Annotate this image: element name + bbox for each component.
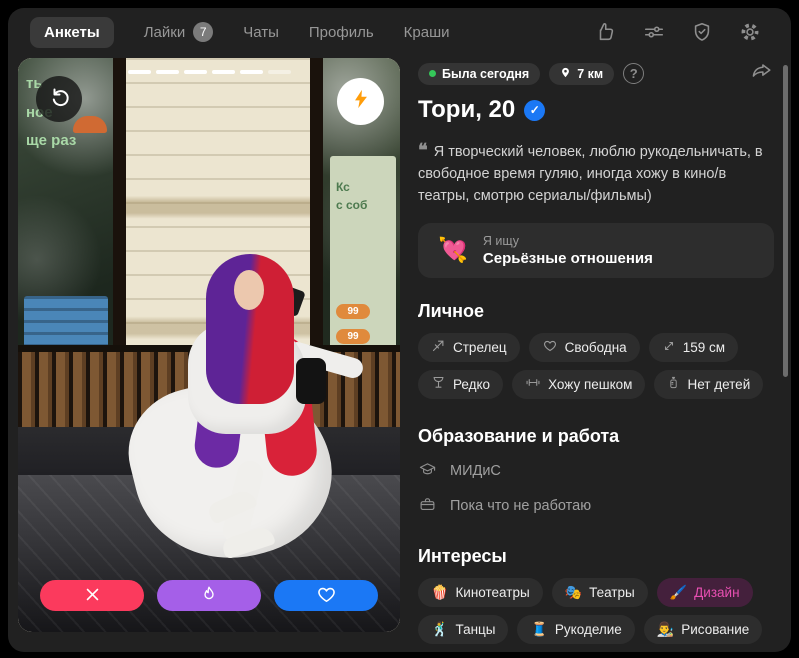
heart-icon xyxy=(317,585,336,607)
profile-photo-card[interactable]: тьноеще раз Ксс соб 99 99 xyxy=(18,58,400,632)
work-label: Пока что не работаю xyxy=(450,498,592,514)
quote-icon: ❝ xyxy=(418,140,428,160)
profile-info: Была сегодня 7 км ? Тори, 20 ✓ ❝ Я творче… xyxy=(418,60,774,652)
online-dot xyxy=(429,70,436,77)
undo-icon xyxy=(47,85,71,114)
location-pin-icon xyxy=(560,66,571,82)
chip-children[interactable]: Нет детей xyxy=(654,369,764,399)
share-icon[interactable] xyxy=(749,60,774,87)
interest-chip-cinema[interactable]: 🍿 Кинотеатры xyxy=(418,577,543,607)
dancer-emoji: 🕺 xyxy=(431,620,449,637)
name-row: Тори, 20 ✓ xyxy=(418,96,774,124)
personal-chip-row: Редко Хожу пешком Нет детей xyxy=(418,369,774,399)
app-window: Анкеты Лайки 7 Чаты Профиль Краши ть ще … xyxy=(8,8,791,652)
scrollbar-thumb[interactable] xyxy=(783,65,788,377)
heart-icon xyxy=(542,338,558,356)
dislike-button[interactable] xyxy=(40,580,144,611)
chip-zodiac[interactable]: Стрелец xyxy=(418,332,520,362)
person-face xyxy=(234,270,264,310)
interests-chip-row: 🕺 Танцы 🧵 Рукоделие 👨‍🎨 Рисование xyxy=(418,614,774,644)
boost-button[interactable] xyxy=(337,78,384,125)
flame-icon xyxy=(200,585,218,606)
undo-button[interactable] xyxy=(36,76,82,122)
likes-count-badge: 7 xyxy=(193,22,214,42)
masks-emoji: 🎭 xyxy=(564,583,583,600)
artist-emoji: 👨‍🎨 xyxy=(656,620,675,637)
tab-chats[interactable]: Чаты xyxy=(243,24,279,41)
personal-chip-row: Стрелец Свободна 159 см xyxy=(418,332,774,362)
settings-gear-icon[interactable] xyxy=(739,21,761,43)
interest-chip-partial[interactable] xyxy=(418,651,514,652)
work-item: Пока что не работаю xyxy=(418,496,774,517)
like-button[interactable] xyxy=(274,580,378,611)
tab-likes-label: Лайки xyxy=(143,23,186,41)
thread-emoji: 🧵 xyxy=(530,620,548,637)
last-seen-badge: Была сегодня xyxy=(418,62,541,85)
shield-check-icon[interactable] xyxy=(691,21,713,43)
interest-chip-dance[interactable]: 🕺 Танцы xyxy=(418,614,509,644)
looking-for-value: Серьёзные отношения xyxy=(482,249,653,267)
filters-icon[interactable] xyxy=(643,21,665,43)
distance-text: 7 км xyxy=(577,66,604,81)
heart-arrow-emoji: 💘 xyxy=(438,236,468,264)
popcorn-emoji: 🍿 xyxy=(431,583,449,600)
interests-chip-row-partial xyxy=(418,651,774,652)
distance-badge: 7 км xyxy=(549,62,615,85)
education-label: МИДиС xyxy=(450,463,501,479)
last-seen-text: Была сегодня xyxy=(442,66,530,81)
interest-chip-partial[interactable] xyxy=(523,651,651,652)
chip-height[interactable]: 159 см xyxy=(648,332,738,362)
education-item: МИДиС xyxy=(418,461,774,482)
section-title-interests: Интересы xyxy=(418,545,507,566)
interest-chip-handicraft[interactable]: 🧵 Рукоделие xyxy=(517,614,635,644)
tab-profile[interactable]: Профиль xyxy=(309,24,374,41)
briefcase-icon xyxy=(418,496,437,517)
looking-for-card[interactable]: 💘 Я ищу Серьёзные отношения xyxy=(418,222,774,278)
looking-for-label: Я ищу xyxy=(482,233,520,248)
section-title-personal: Личное xyxy=(418,300,485,321)
verified-badge-icon: ✓ xyxy=(524,99,546,121)
thumbs-up-icon[interactable] xyxy=(595,21,617,43)
photo-carousel-indicator[interactable] xyxy=(18,70,400,74)
interest-chip-theatre[interactable]: 🎭 Театры xyxy=(551,577,648,607)
wine-glass-icon xyxy=(431,375,446,393)
action-button-row xyxy=(18,580,400,611)
profile-name: Тори, 20 xyxy=(418,96,516,123)
chip-fitness[interactable]: Хожу пешком xyxy=(512,369,646,399)
paintbrush-emoji: 🖌️ xyxy=(669,583,688,600)
lightning-icon xyxy=(350,88,372,115)
baby-bottle-icon xyxy=(667,375,680,393)
bio-text: ❝ Я творческий человек, люблю рукодельнич… xyxy=(418,140,763,204)
chip-alcohol[interactable]: Редко xyxy=(418,369,504,399)
interests-chip-row: 🍿 Кинотеатры 🎭 Театры 🖌️ Дизайн xyxy=(418,577,774,607)
x-icon xyxy=(84,586,101,606)
storefront-logo xyxy=(73,116,107,133)
tab-profiles[interactable]: Анкеты xyxy=(30,16,114,48)
dumbbell-icon xyxy=(525,375,541,393)
height-arrows-icon xyxy=(662,339,676,356)
top-nav: Анкеты Лайки 7 Чаты Профиль Краши xyxy=(8,8,791,56)
help-icon[interactable]: ? xyxy=(623,63,645,84)
superlike-button[interactable] xyxy=(157,580,261,611)
interest-chip-drawing[interactable]: 👨‍🎨 Рисование xyxy=(643,614,763,644)
tab-crushes[interactable]: Краши xyxy=(404,24,450,41)
sagittarius-icon xyxy=(431,338,446,356)
person-handbag xyxy=(296,358,326,404)
interest-chip-design[interactable]: 🖌️ Дизайн xyxy=(656,577,753,607)
graduation-cap-icon xyxy=(418,461,437,482)
interest-chip-partial[interactable] xyxy=(660,651,772,652)
status-row: Была сегодня 7 км ? xyxy=(418,60,774,87)
section-title-education: Образование и работа xyxy=(418,425,620,446)
tab-likes[interactable]: Лайки 7 xyxy=(144,22,214,42)
chip-relationship[interactable]: Свободна xyxy=(528,332,640,362)
